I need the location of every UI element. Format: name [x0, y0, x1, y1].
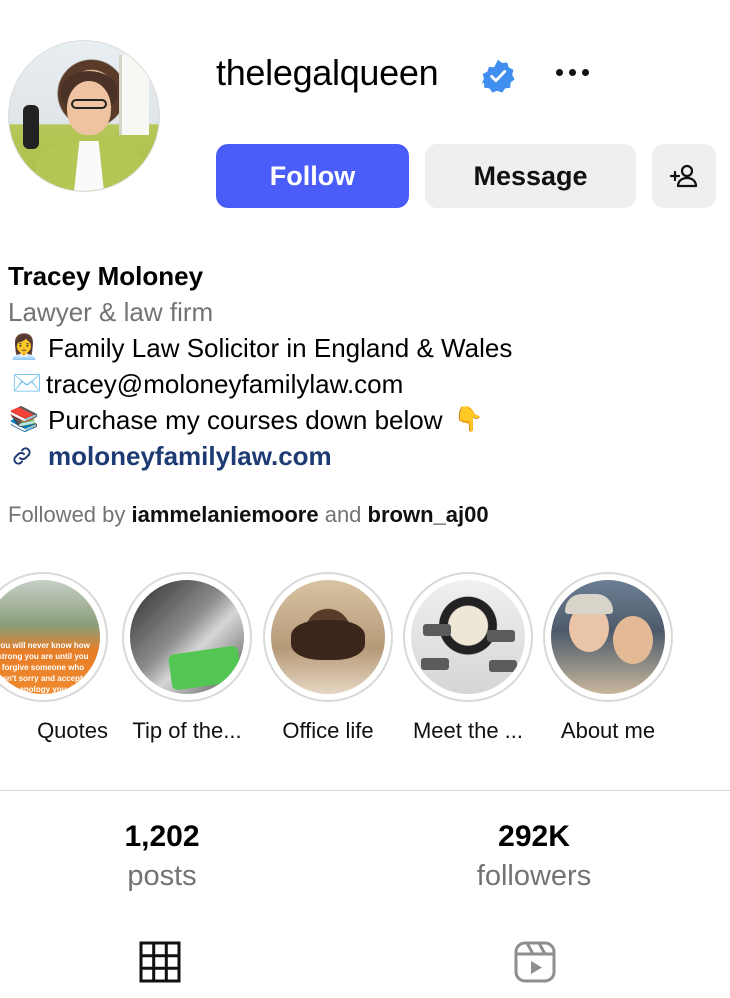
follower-username-1[interactable]: iammelaniemoore — [132, 502, 319, 527]
profile-name: Tracey Moloney — [8, 261, 204, 291]
highlight-label: Quotes — [37, 718, 108, 743]
bio-link-row[interactable]: moloneyfamilylaw.com — [8, 438, 512, 474]
followed-by-prefix: Followed by — [8, 502, 132, 527]
highlight-cover-text: you will never know how strong you are u… — [0, 641, 95, 694]
posts-stat: 1,202 posts — [82, 818, 242, 896]
highlight-cover-image — [130, 580, 244, 694]
highlight-cover-dog — [291, 620, 365, 660]
profile-avatar[interactable] — [8, 40, 160, 192]
bio-line-email: ✉️ tracey@moloneyfamilylaw.com — [8, 366, 512, 402]
posts-count: 1,202 — [124, 820, 200, 853]
more-dot — [581, 68, 589, 76]
highlight-office-life[interactable]: Office life — [263, 572, 393, 744]
avatar-glasses — [71, 99, 107, 109]
highlight-cover-band — [167, 645, 243, 691]
highlight-cover-image — [411, 580, 525, 694]
followed-by-and: and — [318, 502, 368, 527]
posts-label: posts — [127, 860, 197, 892]
more-dot — [568, 68, 576, 76]
section-divider — [0, 790, 730, 791]
highlight-cover-tag — [421, 658, 449, 670]
highlight-label: Office life — [282, 718, 374, 743]
add-user-button[interactable] — [652, 144, 716, 208]
highlight-ring — [543, 572, 673, 702]
grid-icon[interactable] — [138, 940, 182, 984]
highlight-quotes[interactable]: you will never know how strong you are u… — [0, 572, 108, 744]
followed-by-text[interactable]: Followed by iammelaniemoore and brown_aj… — [8, 502, 489, 528]
woman-office-worker-icon: 👩‍💼 — [9, 334, 39, 361]
highlight-ring — [122, 572, 252, 702]
follow-button[interactable]: Follow — [216, 144, 409, 208]
highlight-meet-the[interactable]: Meet the ... — [403, 572, 533, 744]
reels-icon[interactable] — [513, 940, 557, 984]
more-options-icon[interactable] — [548, 56, 596, 88]
profile-category: Lawyer & law firm — [8, 297, 214, 327]
highlight-cover-tag — [487, 630, 515, 642]
highlight-cover-tag — [423, 624, 451, 636]
books-icon: 📚 — [9, 406, 39, 433]
highlight-label: About me — [560, 718, 656, 743]
highlight-cover-image — [271, 580, 385, 694]
more-dot — [555, 68, 563, 76]
highlight-cover-image: you will never know how strong you are u… — [0, 580, 100, 694]
highlight-ring — [263, 572, 393, 702]
followers-label: followers — [476, 860, 592, 892]
verified-badge-icon — [481, 59, 515, 93]
highlight-tip[interactable]: Tip of the... — [122, 572, 252, 744]
highlight-about-me[interactable]: About me — [543, 572, 673, 744]
avatar-microphone — [23, 105, 39, 149]
highlight-label: Meet the ... — [412, 718, 524, 743]
highlight-ring — [403, 572, 533, 702]
highlight-ring: you will never know how strong you are u… — [0, 572, 108, 702]
bio-line-text: Purchase my courses down below — [48, 405, 443, 435]
link-icon — [13, 447, 31, 465]
follower-username-2[interactable]: brown_aj00 — [368, 502, 489, 527]
avatar-background — [119, 55, 149, 135]
message-button[interactable]: Message — [425, 144, 636, 208]
highlight-cover-person — [613, 616, 653, 664]
bio-email-text: tracey@moloneyfamilylaw.com — [46, 369, 404, 399]
envelope-icon: ✉️ — [12, 370, 42, 397]
highlight-cover-tag — [489, 660, 517, 672]
highlight-cover-image — [551, 580, 665, 694]
bio-line-profession: 👩‍💼 Family Law Solicitor in England & Wa… — [8, 330, 512, 366]
website-link[interactable]: moloneyfamilylaw.com — [48, 438, 332, 474]
bio-line-text: Family Law Solicitor in England & Wales — [48, 333, 513, 363]
profile-username: thelegalqueen — [216, 52, 439, 93]
highlight-label: Tip of the... — [132, 718, 242, 743]
followers-stat[interactable]: 292K followers — [444, 818, 624, 896]
bio-line-courses: 📚 Purchase my courses down below 👇 — [8, 402, 512, 438]
add-user-icon — [669, 164, 698, 188]
highlight-cover-cap — [565, 594, 613, 614]
followers-count: 292K — [498, 820, 570, 853]
pointing-down-icon: 👇 — [453, 406, 484, 433]
profile-bio: Tracey Moloney Lawyer & law firm 👩‍💼 Fam… — [8, 258, 512, 474]
